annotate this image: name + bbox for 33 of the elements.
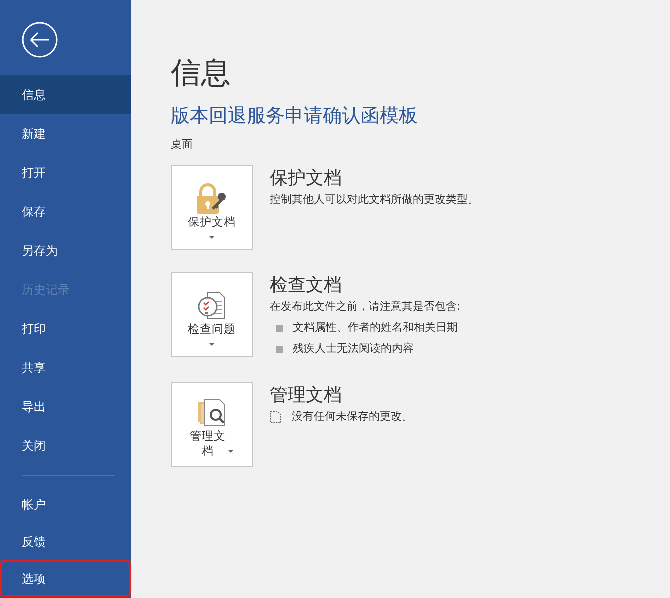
menu-item[interactable]: 另存为 [0, 231, 131, 270]
section-button[interactable]: 管理文档 [171, 382, 253, 467]
menu-item[interactable]: 导出 [0, 387, 131, 426]
menu-item[interactable]: 关闭 [0, 426, 131, 465]
section-heading: 检查文档 [270, 274, 343, 297]
menu-item[interactable]: 保存 [0, 192, 131, 231]
menu-item[interactable]: 帐户 [0, 486, 131, 523]
menu-item[interactable]: 信息 [0, 75, 131, 114]
back-icon[interactable] [22, 22, 58, 58]
menu-item[interactable]: 打印 [0, 309, 131, 348]
documents-magnifier-icon [196, 397, 228, 430]
checklist-document-icon [196, 290, 228, 322]
section-description: 控制其他人可以对此文档所做的更改类型。 [270, 192, 479, 208]
menu-item[interactable]: 反馈 [0, 523, 131, 560]
list-item-text: 没有任何未保存的更改。 [292, 408, 413, 425]
bullet-icon [276, 346, 283, 353]
document-icon [270, 410, 282, 424]
section-button[interactable]: 检查问题 [171, 272, 253, 356]
menu-item[interactable]: 打开 [0, 153, 131, 192]
section-button[interactable]: 保护文档 [171, 164, 253, 250]
file-location: 桌面 [171, 138, 193, 150]
section-description: 在发布此文件之前，请注意其是否包含: [270, 298, 461, 315]
menu-item[interactable]: 新建 [0, 114, 131, 153]
bullet-icon [276, 324, 283, 332]
page-title: 信息 [171, 56, 232, 92]
section-heading: 保护文档 [270, 166, 343, 190]
menu-item[interactable]: 共享 [0, 348, 131, 387]
list-item-text: 残疾人士无法阅读的内容 [293, 340, 414, 357]
section-heading: 管理文档 [270, 384, 343, 407]
list-item-text: 文档属性、作者的姓名和相关日期 [293, 320, 458, 336]
menu-item[interactable]: 选项 [0, 560, 131, 597]
lock-key-icon [195, 183, 229, 216]
document-title: 版本回退服务申请确认函模板 [171, 104, 419, 129]
